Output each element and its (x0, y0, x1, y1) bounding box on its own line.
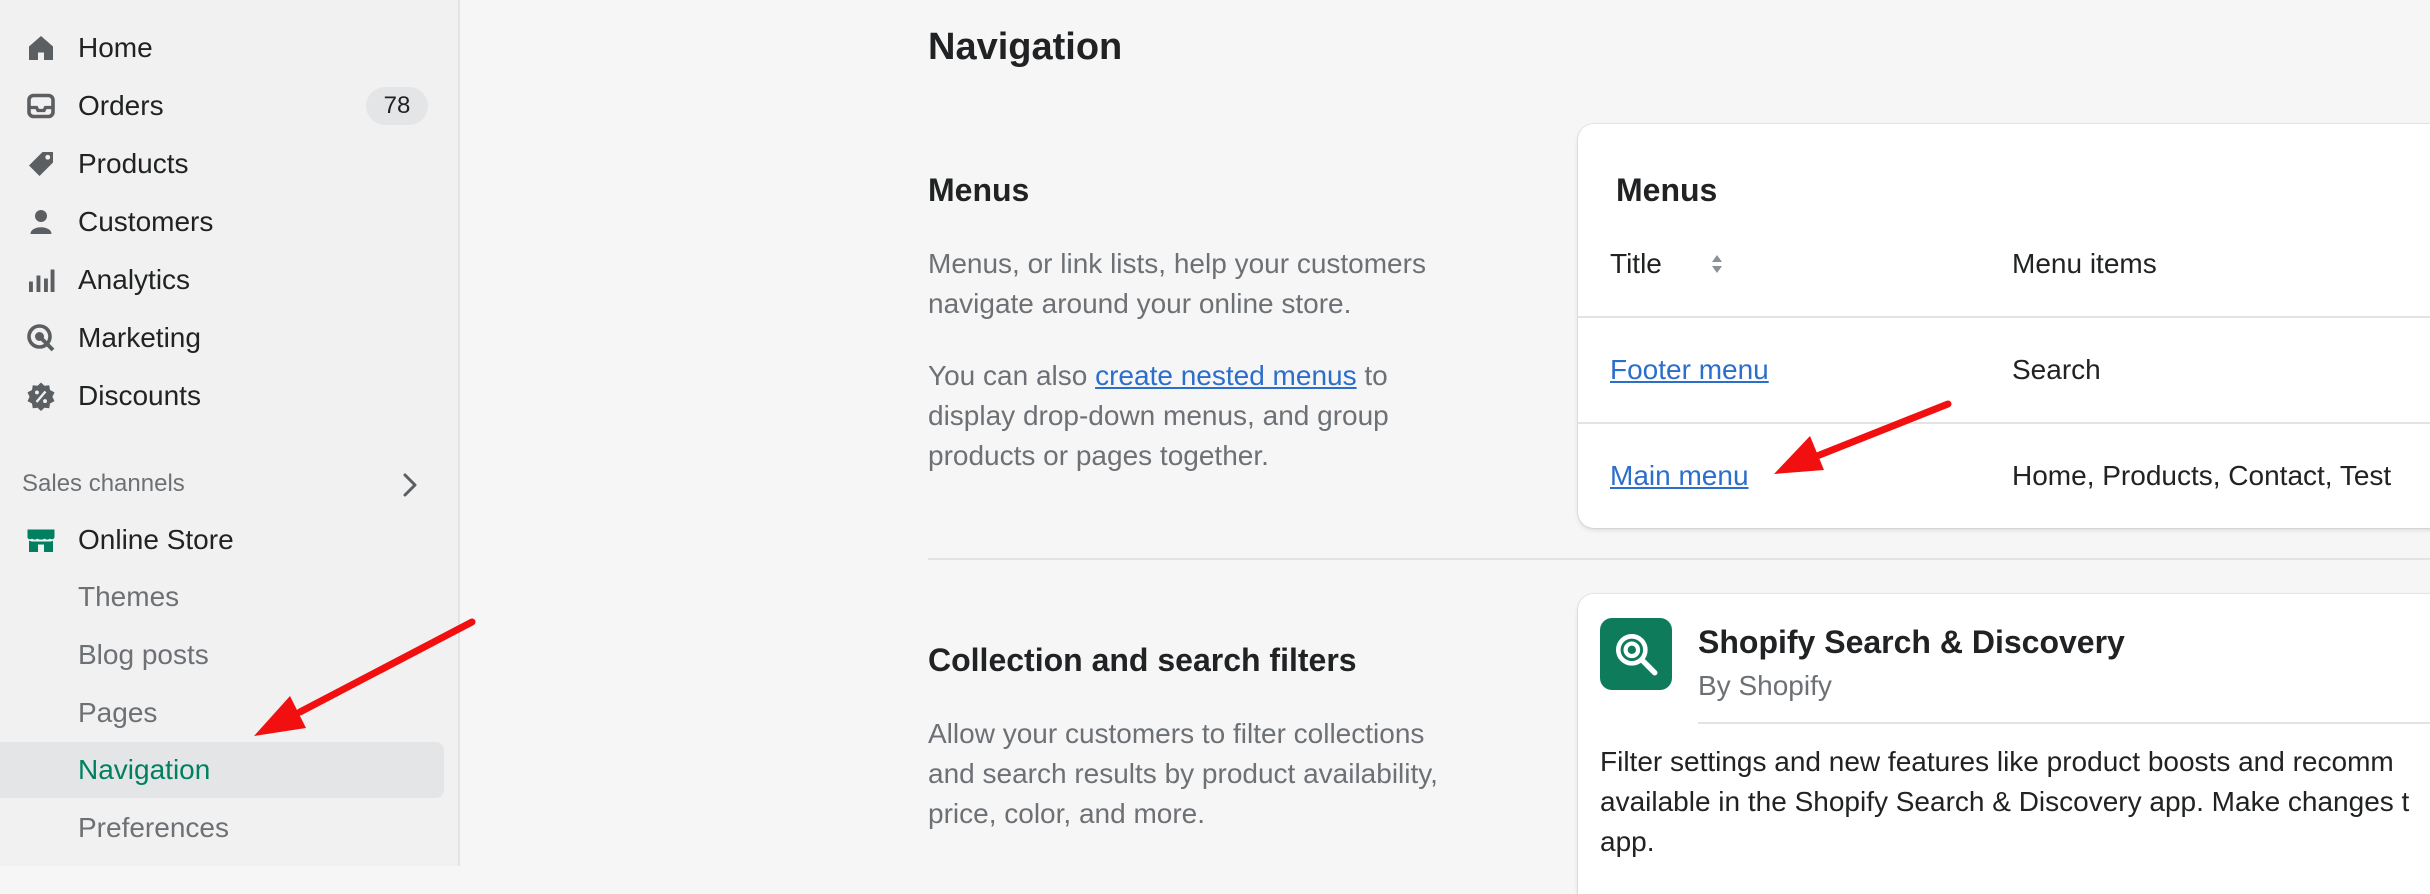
app-publisher: By Shopify (1698, 670, 1832, 701)
sidebar-item-marketing[interactable]: Marketing (0, 310, 444, 366)
menu-items-footer: Search (2012, 354, 2101, 385)
sales-channels-heading: Sales channels (22, 470, 185, 497)
sidebar-item-label: Orders (78, 90, 164, 121)
search-discovery-app-card[interactable]: Shopify Search & Discovery By Shopify Fi… (1578, 594, 2430, 894)
menu-items-main: Home, Products, Contact, Test (2012, 460, 2392, 491)
sidebar-subitem-label: Preferences (78, 812, 229, 843)
sidebar-item-label: Marketing (78, 322, 201, 353)
target-icon (24, 321, 58, 355)
sidebar-item-products[interactable]: Products (0, 136, 444, 192)
menus-card: Menus Title Menu items Footer menu Searc… (1578, 124, 2430, 528)
app-card-divider (1698, 722, 2430, 724)
sidebar-item-label: Home (78, 32, 153, 63)
home-icon (24, 31, 58, 65)
filters-section-title: Collection and search filters (928, 642, 1357, 678)
sidebar-item-label: Analytics (78, 264, 191, 295)
section-divider (928, 558, 2430, 560)
sidebar-item-analytics[interactable]: Analytics (0, 252, 444, 308)
sidebar-item-discounts[interactable]: Discounts (0, 368, 444, 424)
sidebar-subitem-navigation[interactable]: Navigation (0, 742, 444, 798)
sidebar-item-label: Discounts (78, 380, 201, 411)
menus-section-title: Menus (928, 172, 1030, 208)
menus-card-title: Menus (1616, 172, 1718, 208)
orders-count-badge: 78 (366, 87, 428, 125)
column-header-menu-items: Menu items (2012, 248, 2157, 279)
menu-link-main[interactable]: Main menu (1610, 460, 1749, 492)
nested-note-prefix: You can also (928, 360, 1096, 391)
sidebar-item-home[interactable]: Home (0, 20, 444, 76)
sidebar-subitem-blog-posts[interactable]: Blog posts (0, 627, 444, 683)
sidebar-subitem-label: Blog posts (78, 639, 209, 670)
menus-section-description: Menus, or link lists, help your customer… (928, 248, 1426, 319)
search-discovery-app-icon (1600, 618, 1672, 690)
column-header-title[interactable]: Title (1610, 248, 1722, 280)
table-divider (1578, 316, 2430, 318)
app-name: Shopify Search & Discovery (1698, 624, 2125, 660)
sidebar-item-label: Customers (78, 206, 214, 237)
page-title: Navigation (928, 26, 1123, 68)
filters-section-description: Allow your customers to filter collectio… (928, 718, 1438, 829)
sidebar: Home Orders 78 Products Customers Analyt… (0, 0, 460, 866)
sidebar-subitem-label: Themes (78, 581, 180, 612)
sidebar-item-label: Online Store (78, 524, 234, 555)
sidebar-subitem-preferences[interactable]: Preferences (0, 800, 444, 856)
sidebar-item-online-store[interactable]: Online Store (0, 512, 444, 568)
app-description: Filter settings and new features like pr… (1600, 746, 2410, 857)
person-icon (24, 205, 58, 239)
sidebar-subitem-label: Pages (78, 697, 158, 728)
sidebar-item-customers[interactable]: Customers (0, 194, 444, 250)
column-header-label: Title (1610, 248, 1662, 279)
tag-icon (24, 147, 58, 181)
create-nested-menus-link[interactable]: create nested menus (1095, 360, 1357, 391)
menus-section-nested-note: You can also create nested menus to disp… (928, 356, 1468, 476)
sidebar-item-label: Products (78, 148, 189, 179)
bar-chart-icon (24, 263, 58, 297)
sidebar-subitem-pages[interactable]: Pages (0, 685, 444, 741)
sort-icon[interactable] (1710, 251, 1724, 277)
store-icon (24, 523, 58, 557)
sidebar-item-orders[interactable]: Orders 78 (0, 78, 444, 134)
table-divider (1578, 422, 2430, 424)
inbox-icon (24, 89, 58, 123)
sidebar-subitem-label: Navigation (78, 754, 211, 785)
discount-icon (24, 379, 58, 413)
menu-link-footer[interactable]: Footer menu (1610, 354, 1769, 386)
chevron-right-icon[interactable] (396, 470, 424, 500)
sidebar-subitem-themes[interactable]: Themes (0, 569, 444, 625)
